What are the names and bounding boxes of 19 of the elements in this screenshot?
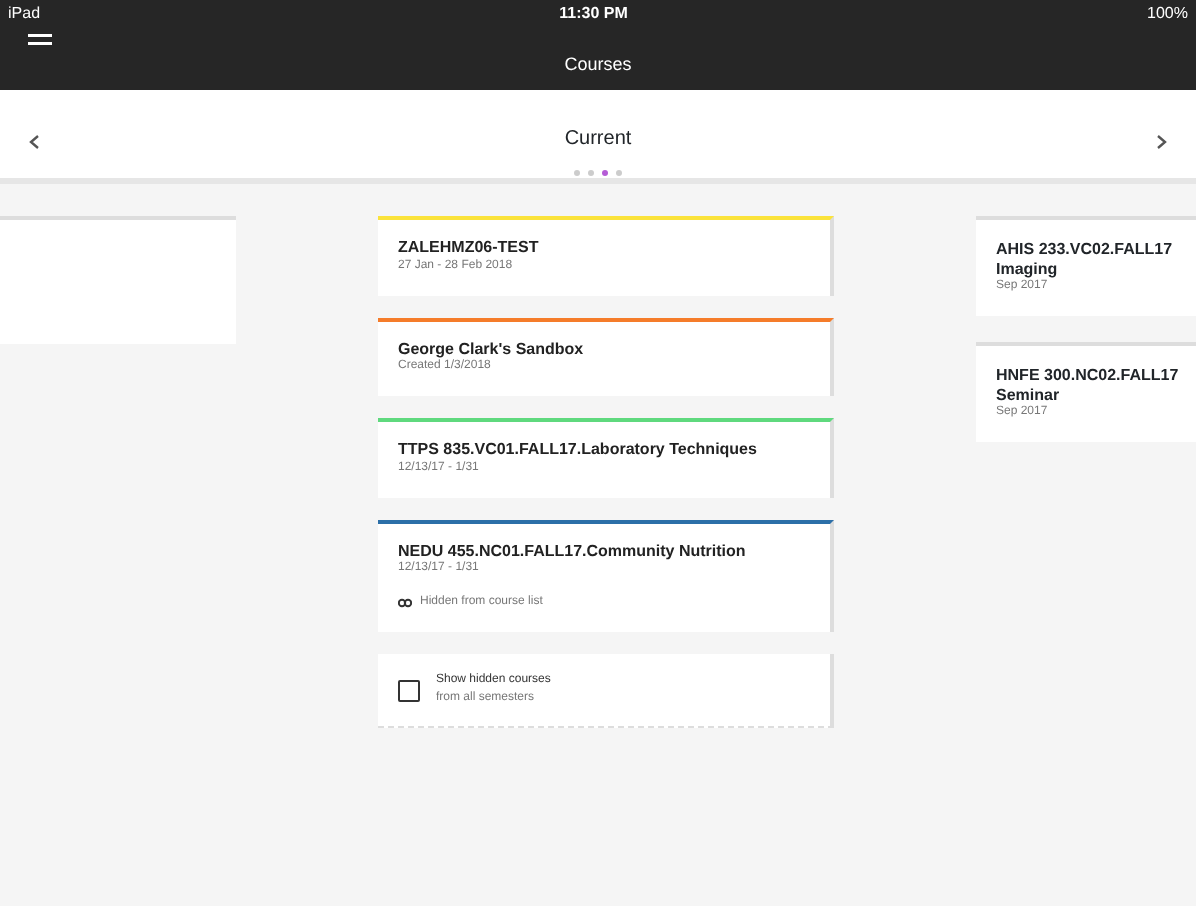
- carrier-label: iPad: [8, 2, 41, 26]
- page-dot[interactable]: [602, 170, 608, 176]
- course-title: ZALEHMZ06-TEST: [398, 238, 541, 258]
- nav-title: Courses: [564, 54, 632, 74]
- course-title: Imaging: [996, 259, 1060, 278]
- course-title: TTPS 835.VC01.FALL17.Laboratory Techniques: [398, 440, 759, 460]
- chevron-left-icon: [28, 133, 40, 150]
- battery-label: 100%: [1147, 2, 1188, 26]
- chevron-right-icon: [1156, 133, 1168, 150]
- link-icon: [398, 598, 412, 609]
- course-title: Seminar: [996, 385, 1062, 405]
- course-title: George Clark's Sandbox: [398, 339, 586, 358]
- course-title: AHIS 233.VC02.FALL17: [996, 240, 1175, 260]
- section-title: Current: [564, 128, 632, 150]
- menu-icon[interactable]: [28, 34, 52, 50]
- checkbox[interactable]: [398, 679, 420, 702]
- course-title: NEDU 455.NC01.FALL17.Community Nutrition: [398, 541, 748, 561]
- course-title: HNFE 300.NC02.FALL17: [996, 366, 1176, 386]
- status-time: 11:30 PM: [559, 2, 628, 26]
